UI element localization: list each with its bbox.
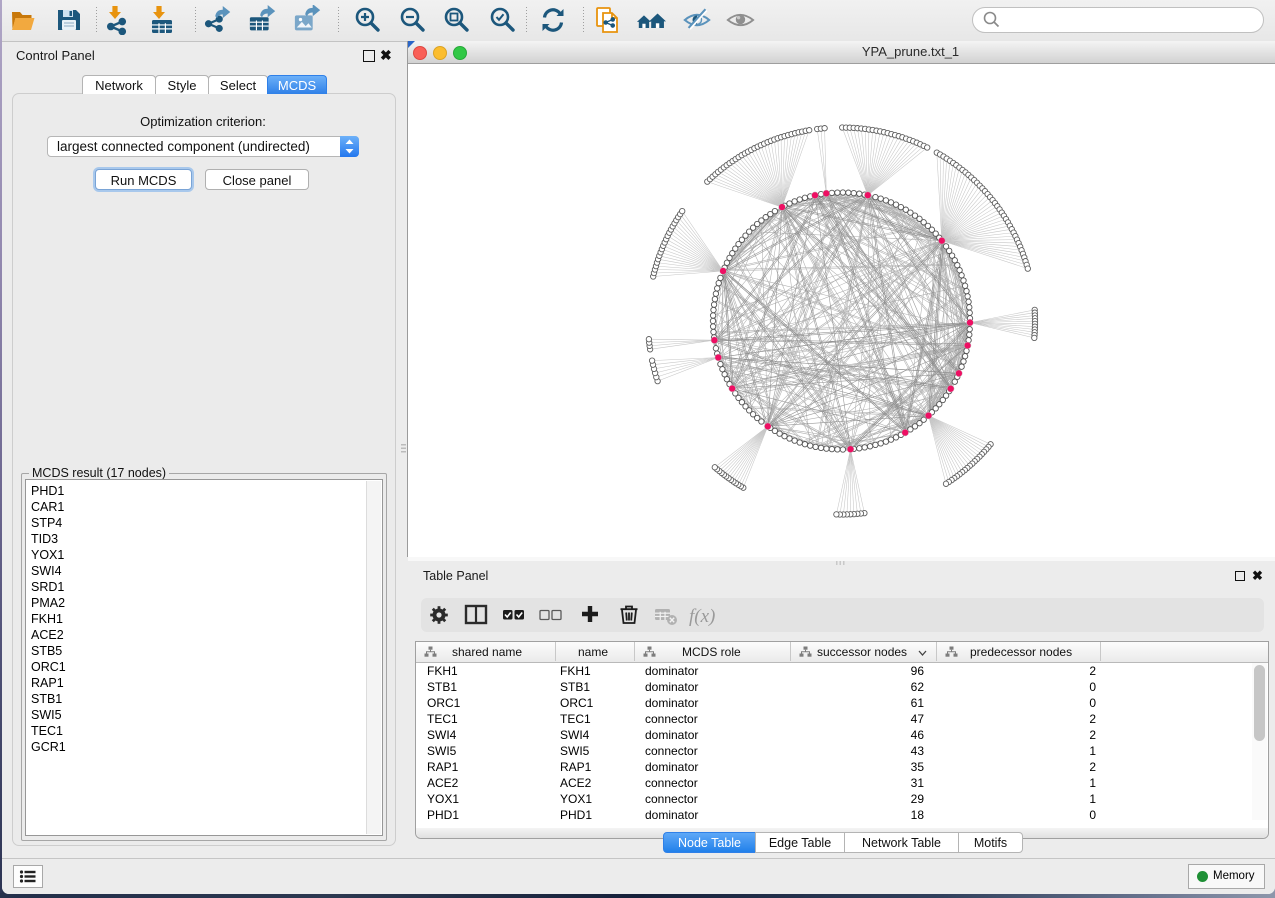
svg-text:f(x): f(x)	[689, 606, 715, 627]
